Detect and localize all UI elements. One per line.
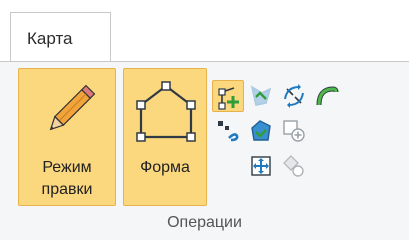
edit-mode-label-2: правки: [41, 181, 93, 198]
add-vertex-icon: [218, 87, 239, 110]
move-icon: [251, 156, 271, 176]
merge-icon: [283, 120, 305, 142]
reshape-button[interactable]: [245, 80, 277, 112]
ribbon-tabstrip: Карта: [0, 0, 409, 62]
pencil-icon: [49, 84, 96, 131]
flip-line-button[interactable]: [278, 80, 310, 112]
split-polygon-button[interactable]: [245, 115, 277, 147]
shape-button[interactable]: Форма: [123, 68, 207, 206]
shape-label: Форма: [140, 159, 190, 176]
continue-feature-button[interactable]: [212, 115, 244, 147]
add-vertex-button[interactable]: [212, 80, 244, 112]
reshape-icon: [250, 85, 272, 106]
flip-line-icon: [284, 84, 304, 108]
move-button[interactable]: [245, 150, 277, 182]
curve-button[interactable]: [311, 80, 343, 112]
operations-group-label: Операции: [167, 214, 242, 231]
continue-feature-icon: [218, 121, 239, 142]
curve-icon: [316, 86, 339, 106]
tab-label: Карта: [27, 29, 73, 48]
edit-mode-button[interactable]: Режим правки: [18, 68, 116, 206]
erase-vertex-button[interactable]: [278, 150, 310, 182]
split-polygon-icon: [251, 120, 271, 141]
merge-button[interactable]: [278, 115, 310, 147]
polygon-shape-icon: [136, 81, 196, 142]
ribbon-panel: Режим правки Форма Операции: [0, 62, 409, 240]
edit-mode-label-1: Режим: [42, 159, 92, 176]
tab-map[interactable]: Карта: [10, 12, 111, 62]
erase-vertex-icon: [283, 155, 304, 177]
